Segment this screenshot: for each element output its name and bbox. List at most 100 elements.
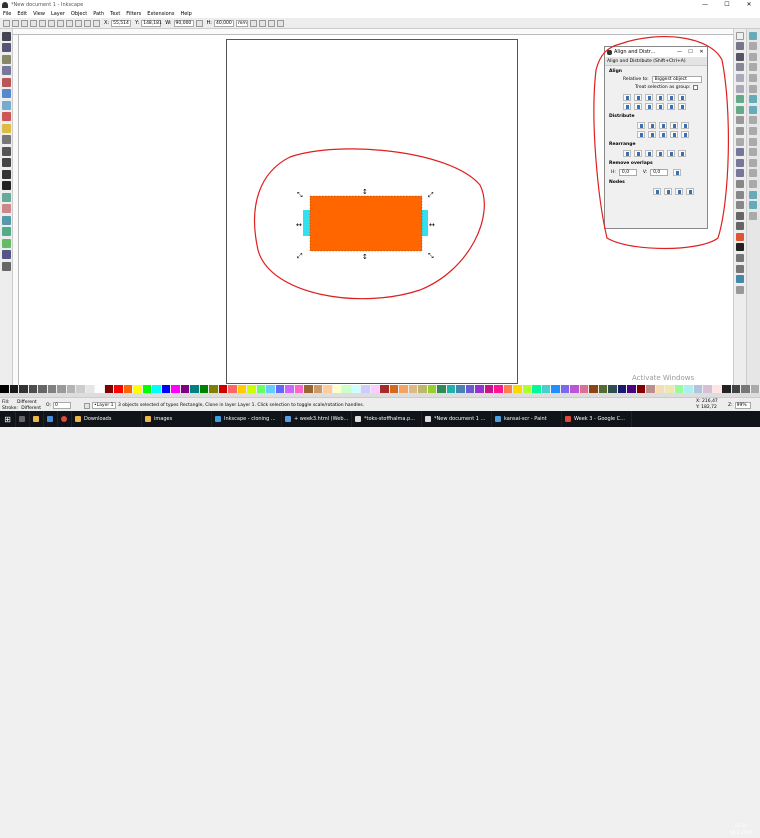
palette-swatch[interactable] — [276, 385, 286, 393]
palette-swatch[interactable] — [722, 385, 732, 393]
palette-swatch[interactable] — [456, 385, 466, 393]
palette-swatch[interactable] — [19, 385, 29, 393]
palette-swatch[interactable] — [361, 385, 371, 393]
palette-swatch[interactable] — [295, 385, 305, 393]
palette-swatch[interactable] — [143, 385, 153, 393]
palette-swatch[interactable] — [114, 385, 124, 393]
palette-swatch[interactable] — [219, 385, 229, 393]
palette-swatch[interactable] — [266, 385, 276, 393]
palette-swatch[interactable] — [570, 385, 580, 393]
palette-swatch[interactable] — [323, 385, 333, 393]
file-explorer-pin[interactable] — [30, 411, 44, 427]
palette-swatch[interactable] — [399, 385, 409, 393]
palette-swatch[interactable] — [247, 385, 257, 393]
layer-select[interactable]: •Layer 1 — [92, 402, 116, 409]
palette-swatch[interactable] — [542, 385, 552, 393]
taskbar-item[interactable]: images — [142, 411, 212, 427]
palette-swatch[interactable] — [76, 385, 86, 393]
palette-swatch[interactable] — [703, 385, 713, 393]
palette-swatch[interactable] — [694, 385, 704, 393]
palette-swatch[interactable] — [342, 385, 352, 393]
palette-swatch[interactable] — [200, 385, 210, 393]
palette-swatch[interactable] — [551, 385, 561, 393]
palette-swatch[interactable] — [656, 385, 666, 393]
palette-swatch[interactable] — [485, 385, 495, 393]
palette-swatch[interactable] — [684, 385, 694, 393]
palette-swatch[interactable] — [171, 385, 181, 393]
fill-indicator[interactable]: Fill: Different — [2, 400, 37, 405]
palette-swatch[interactable] — [741, 385, 751, 393]
palette-swatch[interactable] — [475, 385, 485, 393]
palette-swatch[interactable] — [390, 385, 400, 393]
palette-swatch[interactable] — [675, 385, 685, 393]
palette-swatch[interactable] — [504, 385, 514, 393]
palette-swatch[interactable] — [57, 385, 67, 393]
y-coord-value: 182,72 — [701, 405, 717, 410]
clock[interactable]: 11:07 16.2.2016 — [726, 822, 756, 838]
palette-swatch[interactable] — [627, 385, 637, 393]
palette-swatch[interactable] — [133, 385, 143, 393]
palette-swatch[interactable] — [418, 385, 428, 393]
palette-swatch[interactable] — [646, 385, 656, 393]
palette-swatch[interactable] — [608, 385, 618, 393]
palette-swatch[interactable] — [105, 385, 115, 393]
palette-swatch[interactable] — [751, 385, 760, 393]
taskbar-item[interactable]: Downloads — [72, 411, 142, 427]
palette-swatch[interactable] — [523, 385, 533, 393]
visibility-icon[interactable] — [84, 403, 90, 409]
palette-swatch[interactable] — [428, 385, 438, 393]
palette-swatch[interactable] — [152, 385, 162, 393]
palette-swatch[interactable] — [333, 385, 343, 393]
palette-swatch[interactable] — [532, 385, 542, 393]
palette-swatch[interactable] — [713, 385, 723, 393]
taskbar-item[interactable]: *toks-stoffhalma.p... — [352, 411, 422, 427]
palette-swatch[interactable] — [304, 385, 314, 393]
taskbar-item[interactable]: + week3.html (Web... — [282, 411, 352, 427]
palette-swatch[interactable] — [181, 385, 191, 393]
palette-swatch[interactable] — [38, 385, 48, 393]
palette-swatch[interactable] — [285, 385, 295, 393]
palette-swatch[interactable] — [228, 385, 238, 393]
palette-swatch[interactable] — [86, 385, 96, 393]
palette-swatch[interactable] — [380, 385, 390, 393]
palette-swatch[interactable] — [466, 385, 476, 393]
zoom-input[interactable]: 99% — [735, 402, 751, 409]
palette-swatch[interactable] — [599, 385, 609, 393]
palette-swatch[interactable] — [95, 385, 105, 393]
taskbar-item[interactable]: kansai-scr - Paint — [492, 411, 562, 427]
palette-swatch[interactable] — [0, 385, 10, 393]
palette-swatch[interactable] — [238, 385, 248, 393]
palette-swatch[interactable] — [314, 385, 324, 393]
palette-swatch[interactable] — [494, 385, 504, 393]
palette-swatch[interactable] — [257, 385, 267, 393]
palette-swatch[interactable] — [447, 385, 457, 393]
palette-swatch[interactable] — [589, 385, 599, 393]
palette-swatch[interactable] — [209, 385, 219, 393]
palette-swatch[interactable] — [580, 385, 590, 393]
chrome-pin[interactable] — [58, 411, 72, 427]
taskbar-item[interactable]: Inkscape - cloning ... — [212, 411, 282, 427]
palette-swatch[interactable] — [665, 385, 675, 393]
palette-swatch[interactable] — [67, 385, 77, 393]
taskbar-item[interactable]: *New document 1 ... — [422, 411, 492, 427]
palette-swatch[interactable] — [10, 385, 20, 393]
start-button[interactable]: ⊞ — [0, 411, 16, 427]
palette-swatch[interactable] — [190, 385, 200, 393]
palette-swatch[interactable] — [352, 385, 362, 393]
palette-swatch[interactable] — [371, 385, 381, 393]
palette-swatch[interactable] — [513, 385, 523, 393]
task-view-button[interactable] — [16, 411, 30, 427]
palette-swatch[interactable] — [162, 385, 172, 393]
palette-swatch[interactable] — [409, 385, 419, 393]
palette-swatch[interactable] — [561, 385, 571, 393]
palette-swatch[interactable] — [124, 385, 134, 393]
palette-swatch[interactable] — [29, 385, 39, 393]
palette-swatch[interactable] — [437, 385, 447, 393]
taskbar-item[interactable]: Week 3 - Google C... — [562, 411, 632, 427]
opacity-input[interactable]: 0 — [53, 402, 71, 409]
palette-swatch[interactable] — [732, 385, 742, 393]
palette-swatch[interactable] — [618, 385, 628, 393]
palette-swatch[interactable] — [48, 385, 58, 393]
palette-swatch[interactable] — [637, 385, 647, 393]
store-pin[interactable] — [44, 411, 58, 427]
